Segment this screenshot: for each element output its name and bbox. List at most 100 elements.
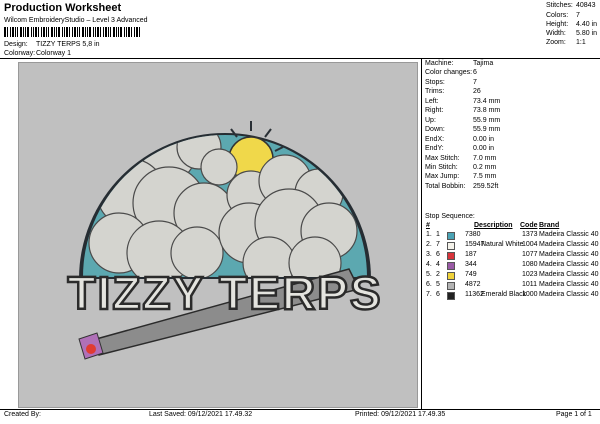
thread-brand: Madeira Classic 40 xyxy=(539,241,599,248)
detail-label: EndY: xyxy=(425,145,444,153)
table-row: 7. 6 11362 Emerald Black 1000 Madeira Classic… xyxy=(425,291,600,300)
summary-row: Zoom: 1:1 xyxy=(0,39,600,48)
col-header-num: # xyxy=(426,222,430,229)
thread-number: 749 xyxy=(465,271,477,278)
table-row: 3. 6 187 1077 Madeira Classic 40 xyxy=(425,251,600,260)
detail-label: Max Jump: xyxy=(425,173,460,181)
header-divider xyxy=(0,58,600,59)
thread-description: Emerald Black xyxy=(481,291,527,298)
detail-value: 55.9 mm xyxy=(473,116,501,124)
detail-row: Max Jump: 7.5 mm xyxy=(0,173,600,182)
thread-brand: Madeira Classic 40 xyxy=(539,261,599,268)
detail-value: 0.00 in xyxy=(473,145,495,153)
thread-code: 1004 xyxy=(522,241,538,248)
detail-value: Tajima xyxy=(473,60,494,67)
stop-number: 5 xyxy=(436,281,440,288)
stop-number: 2 xyxy=(436,271,440,278)
summary-row: Width: 5.80 in xyxy=(0,30,600,39)
table-row: 2. 7 15947 Natural White 1004 Madeira Classic… xyxy=(425,241,600,250)
page-number: Page 1 of 1 xyxy=(556,411,592,418)
detail-row: EndX: 0.00 in xyxy=(0,136,600,145)
detail-value: 0.00 in xyxy=(473,135,495,143)
stop-number: 6 xyxy=(436,251,440,258)
detail-value: 7.5 mm xyxy=(473,173,497,181)
colorway-value: Colorway 1 xyxy=(36,50,72,57)
thread-code: 1080 xyxy=(522,261,538,268)
detail-row: EndY: 0.00 in xyxy=(0,145,600,154)
thread-number: 344 xyxy=(465,261,477,268)
detail-row: Trims: 26 xyxy=(0,88,600,97)
detail-row: Max Stitch: 7.0 mm xyxy=(0,155,600,164)
stitches-value: 40843 xyxy=(576,2,596,9)
thread-brand: Madeira Classic 40 xyxy=(539,251,599,258)
summary-row: Height: 4.40 in xyxy=(0,21,600,30)
detail-row: Left: 73.4 mm xyxy=(0,98,600,107)
detail-row: Min Stitch: 0.2 mm xyxy=(0,164,600,173)
table-row: 4. 4 344 1080 Madeira Classic 40 xyxy=(425,261,600,270)
detail-label: Machine: xyxy=(425,60,454,67)
detail-label: EndX: xyxy=(425,135,445,143)
ember xyxy=(86,344,96,354)
color-swatch xyxy=(447,292,455,300)
printed-date: Printed: 09/12/2021 17.49.35 xyxy=(355,411,446,418)
table-row: 6. 5 4872 1011 Madeira Classic 40 xyxy=(425,281,600,290)
stop-number: 1 xyxy=(436,231,440,238)
colorway-label: Colorway: xyxy=(4,50,36,57)
detail-label: Right: xyxy=(425,107,444,115)
logo-text: TIZZY TERPS xyxy=(67,267,382,319)
detail-label: Stops: xyxy=(425,78,445,86)
stitches-label: Stitches: xyxy=(546,2,573,9)
color-swatch xyxy=(447,282,455,290)
detail-value: 0.2 mm xyxy=(473,163,497,171)
thread-number: 4872 xyxy=(465,281,481,288)
detail-label: Trims: xyxy=(425,88,445,96)
detail-value: 73.8 mm xyxy=(473,107,501,115)
detail-row: Right: 73.8 mm xyxy=(0,107,600,116)
zoom-value: 1:1 xyxy=(576,39,586,46)
color-swatch xyxy=(447,262,455,270)
detail-label: Up: xyxy=(425,116,436,124)
stop-seq: 3. xyxy=(426,251,432,258)
stop-number: 4 xyxy=(436,261,440,268)
detail-row: Color changes: 6 xyxy=(0,69,600,78)
detail-row: Up: 55.9 mm xyxy=(0,117,600,126)
detail-label: Min Stitch: xyxy=(425,163,458,171)
width-label: Width: xyxy=(546,30,566,37)
stop-seq: 2. xyxy=(426,241,432,248)
color-swatch xyxy=(447,242,455,250)
colors-value: 7 xyxy=(576,12,580,19)
stop-seq: 7. xyxy=(426,291,432,298)
color-swatch xyxy=(447,252,455,260)
detail-value: 26 xyxy=(473,88,481,96)
detail-row: Total Bobbin: 259.52ft xyxy=(0,183,600,192)
detail-value: 55.9 mm xyxy=(473,126,501,134)
col-header-code: Code xyxy=(520,222,538,229)
detail-value: 6 xyxy=(473,69,477,77)
height-value: 4.40 in xyxy=(576,21,598,28)
stop-seq: 1. xyxy=(426,231,432,238)
thread-code: 1023 xyxy=(522,271,538,278)
summary-row: Colors: 7 xyxy=(0,12,600,21)
table-row: 5. 2 749 1023 Madeira Classic 40 xyxy=(425,271,600,280)
stop-seq: 6. xyxy=(426,281,432,288)
color-swatch xyxy=(447,232,455,240)
detail-label: Total Bobbin: xyxy=(425,182,466,190)
stop-seq: 5. xyxy=(426,271,432,278)
created-by: Created By: xyxy=(4,411,41,418)
thread-brand: Madeira Classic 40 xyxy=(539,281,599,288)
detail-value: 259.52ft xyxy=(473,182,499,190)
stop-sequence-title: Stop Sequence: xyxy=(425,213,475,220)
table-row: 1. 1 7380 1373 Madeira Classic 40 xyxy=(425,231,600,240)
thread-description: Natural White xyxy=(481,241,524,248)
detail-value: 73.4 mm xyxy=(473,97,501,105)
detail-value: 7.0 mm xyxy=(473,154,497,162)
detail-value: 7 xyxy=(473,78,477,86)
stop-number: 7 xyxy=(436,241,440,248)
thread-brand: Madeira Classic 40 xyxy=(539,271,599,278)
thread-code: 1077 xyxy=(522,251,538,258)
detail-label: Color changes: xyxy=(425,69,473,77)
detail-label: Down: xyxy=(425,126,445,134)
colors-label: Colors: xyxy=(546,12,569,19)
thread-code: 1373 xyxy=(522,231,538,238)
thread-code: 1000 xyxy=(522,291,538,298)
